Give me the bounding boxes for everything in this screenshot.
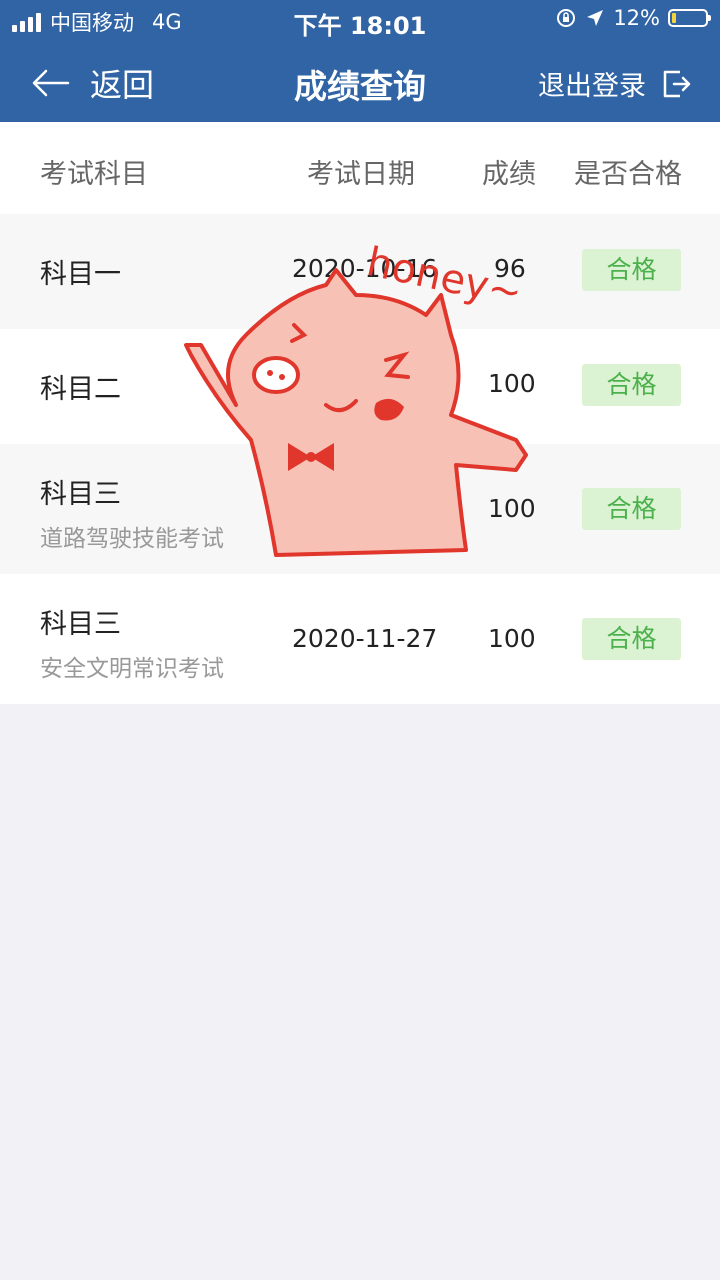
orientation-lock-icon bbox=[557, 9, 576, 27]
table-row: 科目三 安全文明常识考试 2020-11-27 100 合格 bbox=[0, 574, 720, 704]
header-subject: 考试科目 bbox=[40, 159, 148, 190]
top-bar: 中国移动 4G 下午 18:01 12% 返回 成绩查询 退出登录 bbox=[0, 0, 720, 122]
logout-label: 退出登录 bbox=[538, 71, 646, 102]
pass-badge: 合格 bbox=[582, 364, 681, 406]
row-subject: 科目二 bbox=[40, 374, 121, 405]
header-date: 考试日期 bbox=[307, 159, 415, 190]
pass-badge: 合格 bbox=[582, 618, 681, 660]
logout-icon bbox=[663, 70, 691, 97]
nav-bar: 返回 成绩查询 退出登录 bbox=[0, 42, 720, 122]
row-subject: 科目三 bbox=[40, 609, 121, 640]
pig-sticker: honey~ bbox=[184, 239, 528, 557]
row-subject: 科目一 bbox=[40, 259, 121, 290]
battery-percent: 12% bbox=[613, 6, 660, 30]
table-header: 考试科目 考试日期 成绩 是否合格 bbox=[0, 122, 720, 214]
row-subtitle: 安全文明常识考试 bbox=[40, 656, 224, 682]
row-subject: 科目三 bbox=[40, 479, 121, 510]
battery-icon bbox=[668, 9, 711, 27]
pass-badge: 合格 bbox=[582, 488, 681, 530]
logout-button[interactable]: 退出登录 bbox=[538, 64, 692, 103]
pass-badge: 合格 bbox=[582, 249, 681, 291]
header-score: 成绩 bbox=[482, 159, 536, 190]
row-score: 100 bbox=[488, 624, 536, 653]
header-result: 是否合格 bbox=[574, 159, 682, 190]
status-bar: 中国移动 4G 下午 18:01 12% bbox=[0, 0, 720, 42]
row-date: 2020-11-27 bbox=[292, 624, 438, 653]
location-arrow-icon bbox=[587, 10, 604, 26]
